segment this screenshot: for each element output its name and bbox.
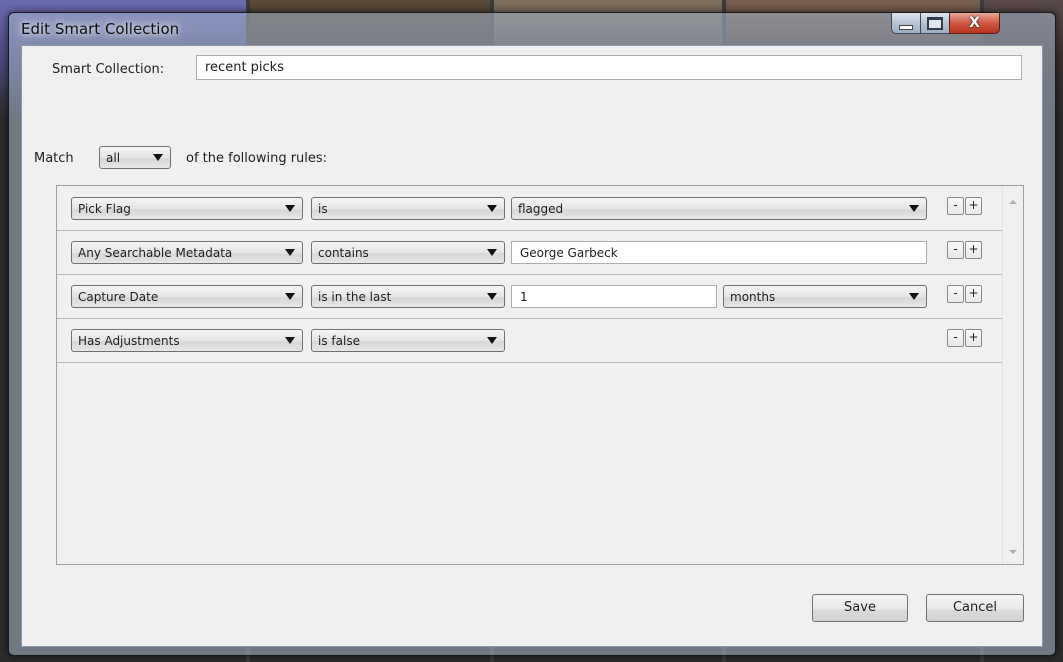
rule-field-select[interactable]: Capture Date (71, 285, 303, 308)
rule-operator-select[interactable]: is false (311, 329, 505, 352)
minimize-button[interactable] (891, 13, 921, 34)
rule-operator-select[interactable]: is (311, 197, 505, 220)
rule-value-select[interactable]: flagged (511, 197, 927, 220)
remove-rule-button[interactable]: - (947, 241, 964, 259)
rule-operator-value: contains (318, 246, 369, 260)
cancel-button[interactable]: Cancel (926, 594, 1024, 622)
remove-rule-button[interactable]: - (947, 197, 964, 215)
rule-value: flagged (518, 202, 564, 216)
rule-field-select[interactable]: Any Searchable Metadata (71, 241, 303, 264)
rule-row: Any Searchable Metadata contains - + (57, 230, 1003, 275)
rule-field-value: Has Adjustments (78, 334, 180, 348)
close-icon: X (969, 15, 980, 31)
rule-row: Capture Date is in the last months - + (57, 274, 1003, 319)
chevron-down-icon (909, 293, 919, 300)
rule-field-value: Any Searchable Metadata (78, 246, 233, 260)
window-title: Edit Smart Collection (21, 20, 180, 38)
chevron-down-icon (153, 154, 163, 161)
remove-rule-button[interactable]: - (947, 285, 964, 303)
match-mode-value: all (106, 151, 121, 165)
rule-unit-select[interactable]: months (723, 285, 927, 308)
rule-unit-value: months (730, 290, 776, 304)
add-rule-button[interactable]: + (965, 285, 982, 303)
rule-operator-value: is false (318, 334, 360, 348)
match-suffix-label: of the following rules: (186, 151, 328, 166)
rule-field-value: Capture Date (78, 290, 159, 304)
rule-field-select[interactable]: Pick Flag (71, 197, 303, 220)
scroll-up-icon[interactable] (1009, 200, 1017, 204)
smart-collection-label: Smart Collection: (52, 62, 165, 77)
add-rule-button[interactable]: + (965, 241, 982, 259)
add-rule-button[interactable]: + (965, 197, 982, 215)
minimize-icon (899, 24, 913, 30)
maximize-button[interactable] (920, 13, 950, 34)
match-mode-select[interactable]: all (99, 146, 171, 169)
rule-value-input[interactable] (511, 241, 927, 264)
chevron-down-icon (487, 205, 497, 212)
remove-rule-button[interactable]: - (947, 329, 964, 347)
chevron-down-icon (285, 249, 295, 256)
save-button[interactable]: Save (812, 594, 908, 622)
rule-operator-value: is (318, 202, 328, 216)
chevron-down-icon (487, 249, 497, 256)
scroll-down-icon[interactable] (1009, 550, 1017, 554)
rule-operator-select[interactable]: is in the last (311, 285, 505, 308)
maximize-icon (927, 16, 943, 30)
rule-field-value: Pick Flag (78, 202, 131, 216)
chevron-down-icon (285, 205, 295, 212)
smart-collection-name-input[interactable] (196, 55, 1022, 80)
title-bar[interactable]: Edit Smart Collection X (9, 13, 1055, 45)
rules-list: Pick Flag is flagged - + Any Searchable … (56, 185, 1024, 565)
match-label: Match (34, 151, 74, 166)
close-button[interactable]: X (949, 13, 1000, 34)
chevron-down-icon (285, 293, 295, 300)
chevron-down-icon (487, 337, 497, 344)
rule-row: Pick Flag is flagged - + (57, 186, 1003, 231)
rule-operator-select[interactable]: contains (311, 241, 505, 264)
chevron-down-icon (909, 205, 919, 212)
rule-row: Has Adjustments is false - + (57, 318, 1003, 363)
rules-scrollbar[interactable] (1002, 186, 1023, 564)
rule-operator-value: is in the last (318, 290, 392, 304)
rule-number-input[interactable] (511, 285, 717, 308)
chevron-down-icon (487, 293, 497, 300)
add-rule-button[interactable]: + (965, 329, 982, 347)
chevron-down-icon (285, 337, 295, 344)
rule-field-select[interactable]: Has Adjustments (71, 329, 303, 352)
